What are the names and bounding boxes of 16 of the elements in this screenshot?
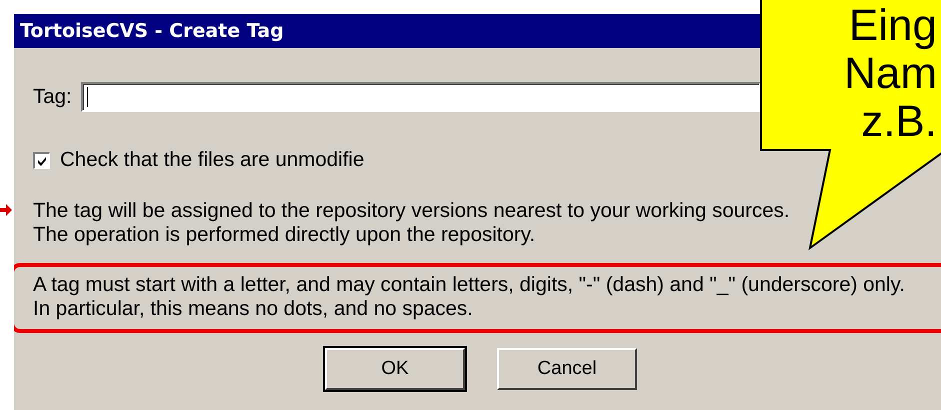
window-title: TortoiseCVS - Create Tag bbox=[20, 20, 284, 42]
info-text: The tag will be assigned to the repository versions nearest to your working sources. bbox=[33, 199, 791, 223]
rule-text: A tag must start with a letter, and may contain letters, digits, "-" (dash) and "_" (underscore) only. bbox=[33, 273, 906, 297]
info-text: The operation is performed directly upon the repository. bbox=[33, 223, 536, 247]
check-icon bbox=[36, 154, 48, 166]
tag-input-field[interactable] bbox=[80, 82, 761, 112]
checkbox[interactable] bbox=[33, 152, 50, 168]
field-label: Tag: bbox=[33, 85, 72, 109]
callout-text: Nam bbox=[844, 50, 937, 98]
checkbox-label[interactable]: Check that the files are unmodifie bbox=[60, 148, 364, 172]
callout-text: z.B. bbox=[861, 98, 937, 146]
dialog-button[interactable]: OK bbox=[325, 348, 465, 390]
callout-text: Eing bbox=[848, 2, 937, 50]
rule-text: In particular, this means no dots, and no spaces. bbox=[33, 297, 474, 321]
dialog-button[interactable]: Cancel bbox=[497, 348, 637, 390]
arrow-icon bbox=[0, 204, 12, 216]
